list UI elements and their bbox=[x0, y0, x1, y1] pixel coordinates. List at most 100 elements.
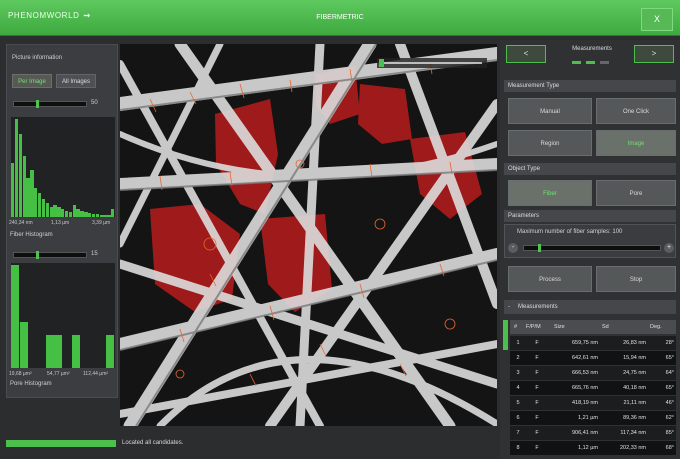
table-cell: F bbox=[535, 445, 539, 451]
table-cell: 85° bbox=[665, 430, 674, 436]
fiber-histogram-title: Fiber Histogram bbox=[10, 232, 53, 238]
table-header-row: # F/P/M Size Sd Deg. bbox=[510, 320, 676, 334]
table-row[interactable]: 8 F 1,12 µm 202,33 nm 68° bbox=[510, 441, 676, 455]
measurements-table-header: - Measurements bbox=[504, 300, 676, 314]
histogram-bar bbox=[95, 214, 100, 217]
window-title: FIBERMETRIC bbox=[316, 14, 364, 21]
max-fiber-samples-knob[interactable] bbox=[538, 244, 541, 252]
table-cell: 117,34 nm bbox=[620, 430, 646, 436]
one-click-button[interactable]: One Click bbox=[596, 98, 676, 124]
pore-button[interactable]: Pore bbox=[596, 180, 676, 206]
param-decrease-button[interactable]: - bbox=[508, 243, 518, 253]
table-row[interactable]: 5 F 418,19 nm 21,11 nm 46° bbox=[510, 396, 676, 410]
measurement-panel: < Measurements > Measurement Type Manual… bbox=[500, 40, 680, 459]
stop-button[interactable]: Stop bbox=[596, 266, 676, 292]
fiber-bins-slider[interactable] bbox=[13, 100, 87, 108]
sem-image-viewport[interactable] bbox=[120, 44, 497, 426]
table-cell: 666,53 nm bbox=[572, 370, 598, 376]
table-cell: 21,11 nm bbox=[623, 400, 646, 406]
max-fiber-samples-slider[interactable] bbox=[523, 244, 661, 252]
table-row[interactable]: 1 F 659,75 nm 26,83 nm 28° bbox=[510, 336, 676, 350]
histogram-bar bbox=[45, 335, 54, 368]
close-button[interactable]: X bbox=[641, 8, 673, 31]
measurements-nav-label: Measurements bbox=[572, 46, 612, 52]
fiber-bins-slider-knob[interactable] bbox=[36, 100, 39, 108]
table-row[interactable]: 7 F 906,41 nm 117,34 nm 85° bbox=[510, 426, 676, 440]
next-measurement-button[interactable]: > bbox=[634, 45, 674, 63]
picture-information-label: Picture information bbox=[12, 55, 63, 61]
table-row[interactable]: 4 F 665,76 nm 40,18 nm 65° bbox=[510, 381, 676, 395]
table-cell: 906,41 nm bbox=[572, 430, 598, 436]
tab-all-images[interactable]: All Images bbox=[56, 74, 96, 88]
histogram-bar bbox=[54, 335, 63, 368]
table-cell: F bbox=[535, 385, 539, 391]
histogram-bar bbox=[57, 207, 61, 217]
param-increase-button[interactable]: + bbox=[664, 243, 674, 253]
table-cell: 24,75 nm bbox=[623, 370, 646, 376]
max-fiber-samples-label: Maximum number of fiber samples: 100 bbox=[517, 229, 622, 235]
table-cell: F bbox=[535, 415, 539, 421]
table-cell: F bbox=[535, 430, 539, 436]
fiber-button[interactable]: Fiber bbox=[508, 180, 592, 206]
fiber-hist-min-label: 240,34 nm bbox=[9, 220, 33, 226]
prev-measurement-button[interactable]: < bbox=[506, 45, 546, 63]
table-cell: F bbox=[535, 400, 539, 406]
page-indicator-3 bbox=[600, 61, 609, 64]
parameters-box: Maximum number of fiber samples: 100 - + bbox=[504, 224, 676, 258]
table-cell: 7 bbox=[516, 430, 520, 436]
table-cell: 1 bbox=[516, 340, 520, 346]
table-cell: 418,19 nm bbox=[572, 400, 598, 406]
measurements-table-title: Measurements bbox=[518, 304, 558, 310]
table-row[interactable]: 6 F 1,21 µm 89,36 nm 62° bbox=[510, 411, 676, 425]
table-cell: 3 bbox=[516, 370, 520, 376]
fibermetric-window: PHENOMWORLD ➞ FIBERMETRIC X Picture infor… bbox=[0, 0, 680, 459]
table-row[interactable]: 2 F 642,61 nm 15,94 nm 65° bbox=[510, 351, 676, 365]
collapse-toggle-icon[interactable]: - bbox=[508, 300, 510, 314]
histogram-bar bbox=[61, 209, 65, 217]
table-cell: 4 bbox=[516, 385, 520, 391]
histogram-bar bbox=[19, 321, 28, 368]
histogram-bar bbox=[103, 215, 107, 217]
table-cell: F bbox=[535, 370, 539, 376]
pore-hist-min-label: 19,68 µm² bbox=[9, 371, 32, 377]
tab-per-image[interactable]: Per Image bbox=[12, 74, 52, 88]
region-button[interactable]: Region bbox=[508, 130, 592, 156]
column-header-cell: Deg. bbox=[650, 324, 662, 330]
histogram-bar bbox=[34, 187, 38, 217]
param-value: 100 bbox=[612, 229, 623, 235]
pore-histogram-title: Pore Histogram bbox=[10, 381, 52, 387]
histogram-bar bbox=[64, 211, 69, 217]
table-cell: 68° bbox=[665, 445, 674, 451]
title-bar: PHENOMWORLD ➞ FIBERMETRIC X bbox=[0, 0, 680, 36]
table-cell: 40,18 nm bbox=[623, 385, 646, 391]
table-cell: 46° bbox=[665, 400, 674, 406]
pore-bins-slider[interactable] bbox=[13, 251, 87, 259]
parameters-header: Parameters bbox=[504, 210, 676, 222]
table-cell: 26,83 nm bbox=[623, 340, 646, 346]
pore-hist-max-label: 112,44 µm² bbox=[83, 371, 109, 377]
pore-histogram bbox=[11, 263, 115, 368]
manual-button[interactable]: Manual bbox=[508, 98, 592, 124]
pore-bins-slider-knob[interactable] bbox=[36, 251, 39, 259]
table-row[interactable]: 3 F 666,53 nm 24,75 nm 64° bbox=[510, 366, 676, 380]
table-cell: 202,33 nm bbox=[620, 445, 646, 451]
histogram-bar bbox=[106, 335, 115, 368]
page-indicator-2 bbox=[586, 61, 595, 64]
histogram-bar bbox=[53, 205, 57, 217]
table-scrollbar[interactable] bbox=[503, 320, 508, 350]
table-cell: 15,94 nm bbox=[623, 355, 646, 361]
histogram-bar bbox=[18, 133, 23, 217]
table-cell: 1,12 µm bbox=[578, 445, 598, 451]
column-header-cell: Size bbox=[554, 324, 565, 330]
fiber-histogram bbox=[11, 117, 115, 217]
table-cell: 62° bbox=[665, 415, 674, 421]
column-header-cell: F/P/M bbox=[526, 324, 541, 330]
histogram-bar bbox=[84, 212, 88, 217]
sem-fiber-image[interactable] bbox=[120, 44, 497, 426]
fiber-hist-mid-label: 1,13 µm bbox=[51, 220, 70, 226]
measurement-type-header: Measurement Type bbox=[504, 80, 676, 92]
image-button[interactable]: Image bbox=[596, 130, 676, 156]
fiber-hist-max-label: 3,39 µm bbox=[92, 220, 111, 226]
table-cell: 28° bbox=[665, 340, 674, 346]
process-button[interactable]: Process bbox=[508, 266, 592, 292]
